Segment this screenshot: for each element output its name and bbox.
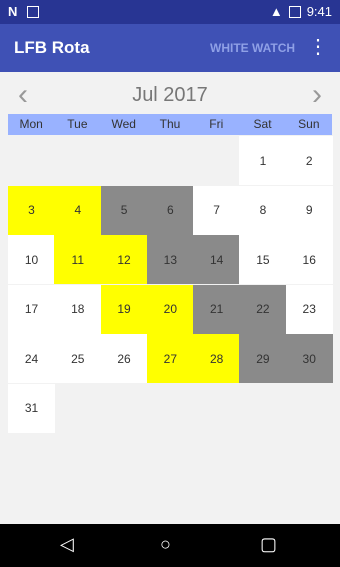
back-icon[interactable]: ◁ bbox=[60, 534, 74, 555]
day-cell-25[interactable]: 25 bbox=[54, 334, 102, 383]
day-cell-22[interactable]: 22 bbox=[239, 284, 287, 334]
more-options-icon[interactable]: ⋮ bbox=[308, 37, 328, 57]
weekday-thu: Thu bbox=[159, 117, 181, 131]
weekday-header: Mon Tue Wed Thu Fri Sat Sun bbox=[8, 114, 332, 135]
day-cell-13[interactable]: 13 bbox=[146, 235, 194, 284]
system-nav-bar: ◁ ○ ▢ bbox=[0, 524, 340, 567]
weekday-sat: Sat bbox=[253, 117, 272, 131]
day-cell-3[interactable]: 3 bbox=[8, 185, 55, 235]
recents-icon[interactable]: ▢ bbox=[260, 534, 277, 555]
day-cell-5[interactable]: 5 bbox=[100, 185, 148, 235]
white-watch-button[interactable]: WHITE WATCH bbox=[210, 41, 295, 55]
status-time: 9:41 bbox=[306, 4, 332, 19]
day-cell-20[interactable]: 20 bbox=[146, 284, 194, 334]
day-cell-23[interactable]: 23 bbox=[285, 284, 333, 334]
app-bar: LFB Rota WHITE WATCH ⋮ bbox=[0, 24, 340, 72]
weekday-fri: Fri bbox=[209, 117, 224, 131]
day-cell-15[interactable]: 15 bbox=[239, 235, 287, 284]
day-cell-29[interactable]: 29 bbox=[239, 334, 287, 383]
battery-icon bbox=[288, 5, 301, 18]
notification-icon bbox=[27, 5, 40, 18]
day-cell-17[interactable]: 17 bbox=[8, 284, 55, 334]
day-cell-11[interactable]: 11 bbox=[54, 235, 102, 284]
day-cell-12[interactable]: 12 bbox=[100, 235, 148, 284]
day-cell-30[interactable]: 30 bbox=[285, 334, 333, 383]
day-cell-21[interactable]: 21 bbox=[193, 284, 241, 334]
day-cell-28[interactable]: 28 bbox=[193, 334, 241, 383]
day-cell-8[interactable]: 8 bbox=[239, 185, 287, 235]
next-month-icon[interactable]: › bbox=[312, 78, 322, 112]
day-cell-7[interactable]: 7 bbox=[193, 185, 241, 235]
weekday-sun: Sun bbox=[298, 117, 320, 131]
weekday-mon: Mon bbox=[19, 117, 43, 131]
day-cell-1[interactable]: 1 bbox=[239, 136, 287, 185]
n-icon: N bbox=[8, 4, 18, 19]
day-cell-19[interactable]: 19 bbox=[100, 284, 148, 334]
day-cell-6[interactable]: 6 bbox=[146, 185, 194, 235]
weekday-tue: Tue bbox=[67, 117, 88, 131]
day-cell-14[interactable]: 14 bbox=[193, 235, 241, 284]
month-navigation: ‹ Jul 2017 › bbox=[0, 78, 340, 112]
day-cell-26[interactable]: 26 bbox=[100, 334, 148, 383]
status-bar: N ▲ 9:41 bbox=[0, 0, 340, 24]
app-title: LFB Rota bbox=[14, 38, 90, 57]
day-cell-24[interactable]: 24 bbox=[8, 334, 55, 383]
day-cell-2[interactable]: 2 bbox=[285, 136, 333, 185]
day-cell-4[interactable]: 4 bbox=[54, 185, 102, 235]
day-cell-18[interactable]: 18 bbox=[54, 284, 102, 334]
weekday-wed: Wed bbox=[111, 117, 136, 131]
day-cell-9[interactable]: 9 bbox=[285, 185, 333, 235]
day-cell-10[interactable]: 10 bbox=[8, 235, 55, 284]
day-cell-31[interactable]: 31 bbox=[8, 383, 55, 433]
home-icon[interactable]: ○ bbox=[160, 534, 171, 555]
signal-icon: ▲ bbox=[269, 4, 283, 19]
day-cell-16[interactable]: 16 bbox=[285, 235, 333, 284]
day-cell-27[interactable]: 27 bbox=[146, 334, 194, 383]
month-label: Jul 2017 bbox=[132, 84, 208, 106]
